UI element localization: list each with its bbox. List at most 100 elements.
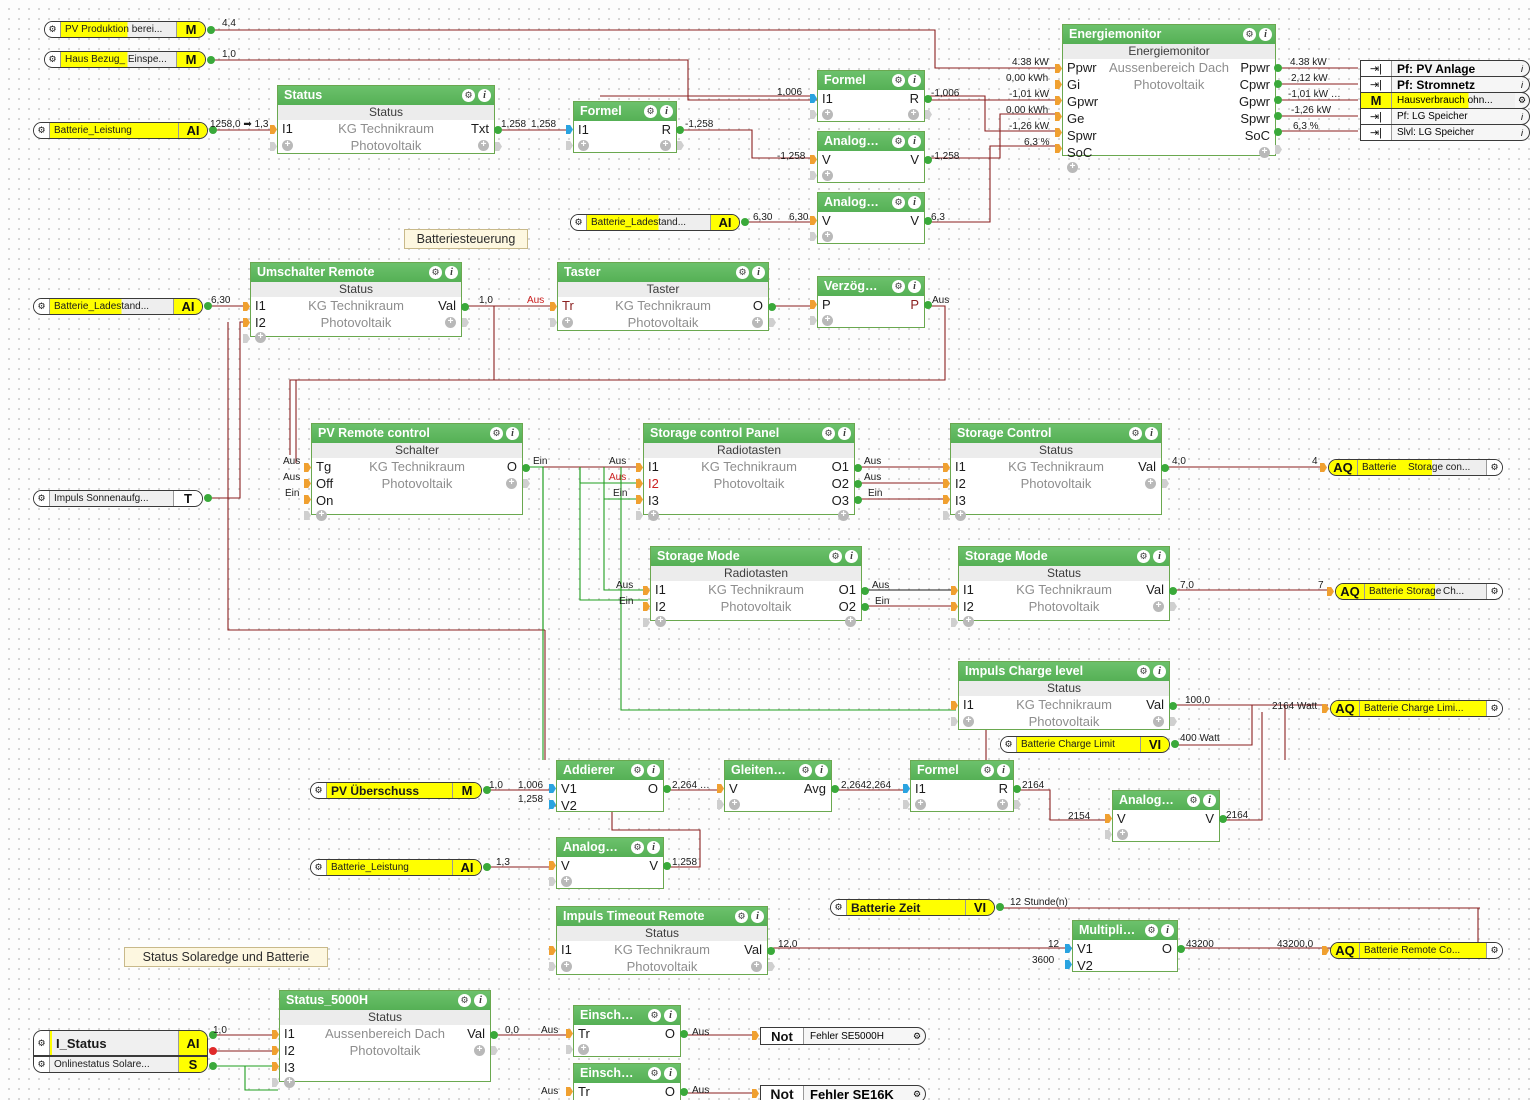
gear-icon[interactable]: ⚙ (648, 1009, 661, 1022)
block-header[interactable]: Einsch… ⚙ i (574, 1064, 680, 1083)
output-pin[interactable] (1274, 64, 1282, 72)
info-icon[interactable]: i (474, 994, 487, 1007)
output-pin[interactable] (1177, 945, 1185, 953)
plus-icon[interactable]: + (578, 1044, 589, 1055)
output-pin[interactable] (663, 862, 671, 870)
info-icon[interactable]: i (838, 427, 851, 440)
gear-icon[interactable]: ⚙ (829, 550, 842, 563)
gear-icon[interactable]: ⚙ (822, 427, 835, 440)
block-multiplizierer[interactable]: Multipli… ⚙ i V1 O V2 (1072, 920, 1178, 973)
input-haus-bezug[interactable]: ⚙ Haus Bezug_ Einspe... M (44, 51, 206, 68)
output-pin[interactable] (1274, 112, 1282, 120)
output-pin[interactable] (996, 903, 1004, 911)
gear-icon[interactable]: ⚙ (644, 105, 657, 118)
gear-icon[interactable]: ⚙ (799, 764, 812, 777)
info-icon[interactable]: i (647, 764, 660, 777)
output-pin[interactable] (680, 1030, 688, 1038)
plus-icon[interactable]: + (474, 1045, 485, 1056)
gear-icon[interactable]: ⚙ (1129, 427, 1142, 440)
info-icon[interactable]: i (751, 910, 764, 923)
block-header[interactable]: Analog… ⚙ i (557, 838, 663, 857)
block-energiemonitor[interactable]: Energiemonitor ⚙ i Energiemonitor Ppwr A… (1062, 24, 1276, 173)
input-onlinestatus[interactable]: ⚙ Onlinestatus Solare... S (33, 1056, 208, 1073)
plus-icon[interactable]: + (1067, 162, 1078, 173)
plus-icon[interactable]: + (1153, 716, 1164, 727)
input-batterie-leistung-top[interactable]: ⚙ Batterie_Leistung AI (33, 122, 208, 139)
info-icon[interactable]: i (908, 135, 921, 148)
export-slvl-lg-speicher[interactable]: ⇥| Slvl: LG Speicher i (1360, 124, 1530, 141)
gear-icon[interactable]: ⚙ (34, 299, 50, 314)
info-icon[interactable]: i (908, 196, 921, 209)
output-pin[interactable] (461, 303, 469, 311)
info-icon[interactable]: i (908, 74, 921, 87)
output-pin[interactable] (854, 480, 862, 488)
gear-icon[interactable]: ⚙ (1515, 93, 1529, 108)
info-icon[interactable]: i (1515, 125, 1529, 140)
plus-icon[interactable]: + (997, 799, 1008, 810)
info-icon[interactable]: i (845, 550, 858, 563)
input-pv-ueberschuss[interactable]: ⚙ PV Überschuss M (310, 782, 482, 799)
block-header[interactable]: Impuls Timeout Remote ⚙ i (557, 907, 767, 926)
plus-icon[interactable]: + (660, 140, 671, 151)
gear-icon[interactable]: ⚙ (1001, 737, 1017, 752)
gear-icon[interactable]: ⚙ (458, 994, 471, 1007)
output-pin[interactable] (861, 603, 869, 611)
plus-icon[interactable]: + (478, 140, 489, 151)
block-analog-2[interactable]: Analog… ⚙ i V V + (817, 192, 925, 244)
plus-icon[interactable]: + (506, 478, 517, 489)
gear-icon[interactable]: ⚙ (34, 1031, 50, 1055)
block-header[interactable]: Energiemonitor ⚙ i (1063, 25, 1275, 44)
output-pin[interactable] (1171, 740, 1179, 748)
output-pin[interactable] (767, 947, 775, 955)
output-pin[interactable] (1169, 587, 1177, 595)
block-header[interactable]: Storage control Panel ⚙ i (644, 424, 854, 443)
block-formel-3[interactable]: Formel ⚙ i I1 R + + (910, 760, 1014, 812)
output-pin[interactable] (680, 1088, 688, 1096)
info-icon[interactable]: i (1259, 28, 1272, 41)
block-header[interactable]: Analog… ⚙ i (1113, 791, 1219, 810)
block-header[interactable]: Storage Mode ⚙ i (651, 547, 861, 566)
gear-icon[interactable]: ⚙ (909, 1086, 925, 1100)
output-pin[interactable] (676, 126, 684, 134)
info-icon[interactable]: i (478, 89, 491, 102)
output-pin[interactable] (207, 26, 215, 34)
block-header[interactable]: Analog… ⚙ i (818, 193, 924, 212)
info-icon[interactable]: i (1161, 924, 1174, 937)
output-pin[interactable] (854, 496, 862, 504)
info-icon[interactable]: i (908, 280, 921, 293)
block-header[interactable]: Storage Control ⚙ i (951, 424, 1161, 443)
plus-icon[interactable]: + (915, 799, 926, 810)
info-icon[interactable]: i (1515, 61, 1529, 76)
output-pin[interactable] (1013, 785, 1021, 793)
gear-icon[interactable]: ⚙ (1486, 701, 1502, 716)
block-storage-mode-status[interactable]: Storage Mode ⚙ i Status I1 KG Technikrau… (958, 546, 1170, 627)
plus-icon[interactable]: + (655, 616, 666, 627)
output-pin[interactable] (861, 587, 869, 595)
plus-icon[interactable]: + (752, 317, 763, 328)
block-analog-3[interactable]: Analog… ⚙ i V V + (1112, 790, 1220, 842)
note-batteriesteuerung[interactable]: Batteriesteuerung (404, 229, 528, 249)
plus-icon[interactable]: + (751, 961, 762, 972)
output-pin[interactable] (1274, 96, 1282, 104)
gear-icon[interactable]: ⚙ (909, 1028, 925, 1044)
plus-icon[interactable]: + (578, 140, 589, 151)
gear-icon[interactable]: ⚙ (1243, 28, 1256, 41)
plus-icon[interactable]: + (445, 317, 456, 328)
gear-icon[interactable]: ⚙ (462, 89, 475, 102)
gear-icon[interactable]: ⚙ (631, 764, 644, 777)
output-pin[interactable] (490, 1031, 498, 1039)
gear-icon[interactable]: ⚙ (311, 783, 327, 798)
export-pf-pv-anlage[interactable]: ⇥| Pf: PV Anlage i (1360, 60, 1530, 77)
info-icon[interactable]: i (1515, 109, 1529, 124)
info-icon[interactable]: i (506, 427, 519, 440)
block-umschalter-remote[interactable]: Umschalter Remote ⚙ i Status I1 KG Techn… (250, 262, 462, 343)
input-batterie-leistung-bot[interactable]: ⚙ Batterie_Leistung AI (310, 859, 482, 876)
block-verzoegerung[interactable]: Verzög… ⚙ i P P + (817, 276, 925, 328)
block-einschaltverzoegerung-2[interactable]: Einsch… ⚙ i Tr O (573, 1063, 681, 1100)
block-header[interactable]: Addierer ⚙ i (557, 761, 663, 780)
output-pin[interactable] (209, 1062, 217, 1070)
block-header[interactable]: Umschalter Remote ⚙ i (251, 263, 461, 282)
gear-icon[interactable]: ⚙ (892, 280, 905, 293)
gear-icon[interactable]: ⚙ (311, 860, 327, 875)
block-addierer[interactable]: Addierer ⚙ i V1 O V2 (556, 760, 664, 813)
